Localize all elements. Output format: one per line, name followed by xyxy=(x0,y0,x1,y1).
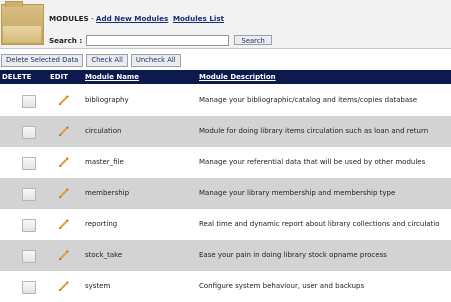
module-name: master_file xyxy=(85,158,124,166)
edit-pencil-icon[interactable] xyxy=(58,218,70,230)
edit-pencil-icon[interactable] xyxy=(58,125,70,137)
delete-checkbox[interactable] xyxy=(22,95,36,108)
edit-pencil-icon[interactable] xyxy=(58,94,70,106)
module-name: system xyxy=(85,282,111,290)
module-description: Real time and dynamic report about libra… xyxy=(199,220,440,228)
action-bar: Delete Selected Data Check All Uncheck A… xyxy=(1,54,181,67)
delete-checkbox[interactable] xyxy=(22,219,36,232)
delete-checkbox[interactable] xyxy=(22,157,36,170)
delete-checkbox[interactable] xyxy=(22,250,36,263)
column-edit: EDIT xyxy=(50,73,68,81)
table-row: membership Manage your library membership… xyxy=(0,178,451,209)
delete-checkbox[interactable] xyxy=(22,188,36,201)
module-description: Manage your referential data that will b… xyxy=(199,158,426,166)
uncheck-all-button[interactable]: Uncheck All xyxy=(130,54,181,67)
module-description: Manage your bibliographic/catalog and it… xyxy=(199,96,418,104)
folder-icon xyxy=(1,1,44,45)
module-description: Module for doing library items circulati… xyxy=(199,127,429,135)
table-row: circulation Module for doing library item… xyxy=(0,116,451,147)
column-module-description[interactable]: Module Description xyxy=(199,73,276,81)
module-description: Configure system behaviour, user and bac… xyxy=(199,282,365,290)
search-row: Search : Search xyxy=(49,34,273,46)
delete-checkbox[interactable] xyxy=(22,281,36,294)
module-name: stock_take xyxy=(85,251,123,259)
table-row: master_file Manage your referential data … xyxy=(0,147,451,178)
table-row: reporting Real time and dynamic report ab… xyxy=(0,209,451,240)
search-label: Search : xyxy=(49,35,83,45)
module-name: bibliography xyxy=(85,96,129,104)
edit-pencil-icon[interactable] xyxy=(58,156,70,168)
table-row: bibliography Manage your bibliographic/ca… xyxy=(0,85,451,116)
edit-pencil-icon[interactable] xyxy=(58,249,70,261)
table-row: system Configure system behaviour, user a… xyxy=(0,271,451,302)
modules-list-link[interactable]: Modules List xyxy=(173,14,224,23)
column-module-name[interactable]: Module Name xyxy=(85,73,139,81)
table-row: stock_take Ease your pain in doing librar… xyxy=(0,240,451,271)
page-title: MODULES xyxy=(49,14,89,23)
module-description: Manage your library membership and membe… xyxy=(199,189,396,197)
delete-selected-button[interactable]: Delete Selected Data xyxy=(1,54,84,67)
module-name: membership xyxy=(85,189,130,197)
table-header: DELETE EDIT Module Name Module Descripti… xyxy=(0,70,451,84)
add-new-modules-link[interactable]: Add New Modules xyxy=(96,14,168,23)
edit-pencil-icon[interactable] xyxy=(58,280,70,292)
delete-checkbox[interactable] xyxy=(22,126,36,139)
module-header: MODULES - Add New Modules Modules List S… xyxy=(0,0,451,49)
search-input[interactable] xyxy=(86,34,230,46)
column-delete: DELETE xyxy=(2,73,32,81)
module-name: reporting xyxy=(85,220,118,228)
title-separator: - xyxy=(88,14,96,23)
search-button[interactable]: Search xyxy=(234,35,273,45)
edit-pencil-icon[interactable] xyxy=(58,187,70,199)
check-all-button[interactable]: Check All xyxy=(86,54,128,67)
title-row: MODULES - Add New Modules Modules List xyxy=(49,14,224,23)
module-description: Ease your pain in doing library stock op… xyxy=(199,251,387,259)
module-name: circulation xyxy=(85,127,122,135)
